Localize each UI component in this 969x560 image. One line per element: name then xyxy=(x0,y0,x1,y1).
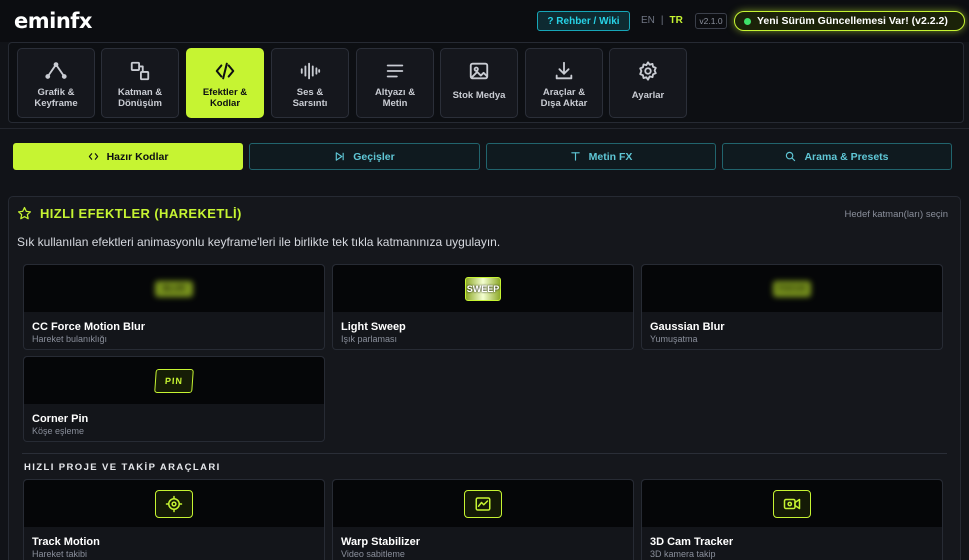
stabilize-icon xyxy=(475,496,491,511)
nav-label: Ses & Sarsıntı xyxy=(292,87,328,109)
tool-preview xyxy=(24,480,324,527)
nav-label: Araçlar & Dışa Aktar xyxy=(540,87,588,109)
tool-preview xyxy=(333,480,633,527)
effect-subtitle: Işık parlaması xyxy=(341,334,398,344)
gear-icon xyxy=(639,61,657,81)
subtab-search-presets[interactable]: Arama & Presets xyxy=(722,143,952,170)
tool-icon-frame xyxy=(155,489,193,518)
subtab-label: Geçişler xyxy=(353,150,395,163)
target-layer-hint: Hedef katman(ları) seçin xyxy=(844,209,948,220)
update-available-button[interactable]: Yeni Sürüm Güncellemesi Var! (v2.2.2) xyxy=(734,11,965,31)
status-dot-icon xyxy=(744,17,751,25)
effect-name: Gaussian Blur xyxy=(650,321,725,333)
effect-preview: SWEEP xyxy=(333,265,633,312)
subtab-text-fx[interactable]: Metin FX xyxy=(486,143,716,170)
nav-stock-media[interactable]: Stok Medya xyxy=(440,48,518,118)
effect-preview: BLUR xyxy=(24,265,324,312)
effect-card-force-motion-blur[interactable]: BLUR CC Force Motion Blur Hareket bulanı… xyxy=(23,264,325,350)
tool-name: Warp Stabilizer xyxy=(341,536,421,548)
app-logo: eminfx xyxy=(14,9,92,33)
section2-title: HIZLI PROJE VE TAKİP ARAÇLARI xyxy=(24,462,221,473)
graph-icon xyxy=(45,62,67,79)
text-lines-icon xyxy=(386,64,404,78)
top-bar: eminfx ? Rehber / Wiki EN | TR v2.1.0 Ye… xyxy=(0,0,969,42)
search-icon xyxy=(786,151,796,162)
subtab-label: Metin FX xyxy=(588,150,633,163)
type-icon xyxy=(570,152,580,161)
tool-card-warp-stabilizer[interactable]: Warp Stabilizer Video sabitleme xyxy=(332,479,634,560)
tool-subtitle: 3D kamera takip xyxy=(650,549,716,559)
preview-label: FOCUS xyxy=(773,280,811,297)
nav-label: Grafik & Keyframe xyxy=(34,87,78,109)
nav-label: Altyazı & Metin xyxy=(374,87,416,109)
effect-preview: PIN xyxy=(24,357,324,404)
nav-tools-export[interactable]: Araçlar & Dışa Aktar xyxy=(525,48,603,118)
nav-subtitle-text[interactable]: Altyazı & Metin xyxy=(356,48,434,118)
preview-label: PIN xyxy=(154,368,194,393)
subtab-label: Arama & Presets xyxy=(804,150,889,163)
subtab-transitions[interactable]: Geçişler xyxy=(249,143,480,170)
effect-name: Light Sweep xyxy=(341,321,406,333)
preview-label: BLUR xyxy=(155,280,193,297)
effect-card-gaussian-blur[interactable]: FOCUS Gaussian Blur Yumuşatma xyxy=(641,264,943,350)
effect-subtitle: Köşe eşleme xyxy=(32,426,85,436)
waveform-icon xyxy=(300,62,321,80)
nav-label: Katman & Dönüşüm xyxy=(117,87,163,109)
tool-card-track-motion[interactable]: Track Motion Hareket takibi xyxy=(23,479,325,560)
effect-subtitle: Hareket bulanıklığı xyxy=(32,334,108,344)
language-switcher: EN | TR xyxy=(641,15,683,26)
crosshair-icon xyxy=(165,495,183,512)
image-icon xyxy=(469,62,489,80)
effect-subtitle: Yumuşatma xyxy=(650,334,698,344)
nav-label: Efektler & Kodlar xyxy=(202,87,248,109)
lang-separator: | xyxy=(660,15,664,26)
nav-audio-shake[interactable]: Ses & Sarsıntı xyxy=(271,48,349,118)
nav-label: Ayarlar xyxy=(631,90,665,101)
nav-effects-codes[interactable]: Efektler & Kodlar xyxy=(186,48,264,118)
code-icon xyxy=(88,153,98,160)
content-panel: HIZLI EFEKTLER (HAREKETLİ) Hedef katman(… xyxy=(8,196,961,560)
subtab-ready-codes[interactable]: Hazır Kodlar xyxy=(13,143,243,170)
tool-subtitle: Video sabitleme xyxy=(341,549,405,559)
section-title-text: HIZLI EFEKTLER (HAREKETLİ) xyxy=(40,206,242,221)
tool-name: 3D Cam Tracker xyxy=(650,536,734,548)
help-wiki-button[interactable]: ? Rehber / Wiki xyxy=(537,11,630,31)
divider xyxy=(0,128,969,129)
skip-icon xyxy=(335,152,345,161)
preview-label: SWEEP xyxy=(465,276,501,301)
version-badge: v2.1.0 xyxy=(695,13,727,29)
section-description: Sık kullanılan efektleri animasyonlu key… xyxy=(17,235,501,249)
tool-icon-frame xyxy=(464,489,502,518)
section-title: HIZLI EFEKTLER (HAREKETLİ) xyxy=(17,206,242,221)
nav-label: Stok Medya xyxy=(452,90,506,101)
effect-card-light-sweep[interactable]: SWEEP Light Sweep Işık parlaması xyxy=(332,264,634,350)
download-icon xyxy=(555,61,573,80)
tool-name: Track Motion xyxy=(32,536,100,548)
nav-layer-transform[interactable]: Katman & Dönüşüm xyxy=(101,48,179,118)
nav-graph-keyframe[interactable]: Grafik & Keyframe xyxy=(17,48,95,118)
tool-card-3d-cam-tracker[interactable]: 3D Cam Tracker 3D kamera takip xyxy=(641,479,943,560)
lang-tr-option[interactable]: TR xyxy=(670,15,683,26)
video-camera-icon xyxy=(783,498,801,509)
star-icon xyxy=(17,206,32,220)
main-nav: Grafik & Keyframe Katman & Dönüşüm Efekt… xyxy=(8,42,964,123)
nav-settings[interactable]: Ayarlar xyxy=(609,48,687,118)
effect-name: Corner Pin xyxy=(32,413,89,425)
subtab-label: Hazır Kodlar xyxy=(106,150,169,163)
tool-preview xyxy=(642,480,942,527)
effect-card-corner-pin[interactable]: PIN Corner Pin Köşe eşleme xyxy=(23,356,325,442)
update-label: Yeni Sürüm Güncellemesi Var! (v2.2.2) xyxy=(757,15,948,27)
code-icon xyxy=(215,62,235,80)
tool-icon-frame xyxy=(773,489,811,518)
section-divider xyxy=(22,453,947,454)
lang-en-option[interactable]: EN xyxy=(641,15,655,26)
tool-subtitle: Hareket takibi xyxy=(32,549,88,559)
effect-preview: FOCUS xyxy=(642,265,942,312)
effect-name: CC Force Motion Blur xyxy=(32,321,146,333)
layers-icon xyxy=(130,61,150,81)
